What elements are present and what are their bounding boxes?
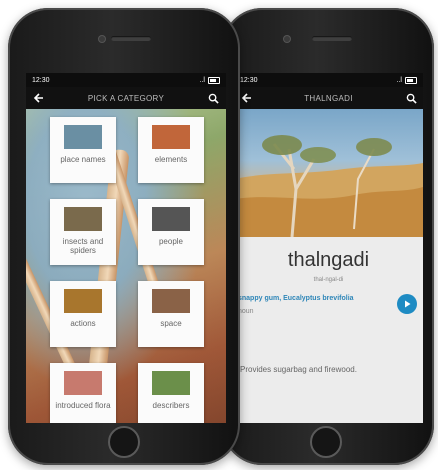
category-thumbnail bbox=[152, 207, 190, 231]
category-label: describers bbox=[152, 401, 190, 410]
nav-bar: PICK A CATEGORY bbox=[26, 87, 226, 109]
front-camera bbox=[99, 36, 105, 42]
earpiece-speaker bbox=[111, 36, 151, 41]
category-tile[interactable]: space bbox=[138, 281, 204, 347]
category-thumbnail bbox=[152, 125, 190, 149]
category-label: people bbox=[158, 237, 184, 246]
category-thumbnail bbox=[64, 207, 102, 231]
category-tile[interactable]: actions bbox=[50, 281, 116, 347]
play-audio-button[interactable] bbox=[397, 294, 417, 314]
word-panel: thalngadi thal-ngal-di snappy gum, Eucal… bbox=[234, 237, 423, 423]
home-button[interactable] bbox=[310, 426, 342, 458]
category-thumbnail bbox=[64, 371, 102, 395]
nav-bar: THALNGADI bbox=[234, 87, 423, 109]
category-tile[interactable]: people bbox=[138, 199, 204, 265]
front-camera bbox=[284, 36, 290, 42]
word-definition: snappy gum, Eucalyptus brevifolia bbox=[238, 295, 354, 302]
category-grid: place names elements insects and spiders… bbox=[26, 109, 226, 423]
category-label: space bbox=[160, 319, 182, 328]
landscape-photo bbox=[234, 109, 423, 238]
category-thumbnail bbox=[152, 371, 190, 395]
home-button[interactable] bbox=[108, 426, 140, 458]
category-tile[interactable]: introduced flora bbox=[50, 363, 116, 423]
status-time: 12:30 bbox=[240, 76, 258, 84]
battery-icon bbox=[208, 76, 220, 84]
battery-icon bbox=[405, 76, 417, 84]
app-showcase: 12:30 ..l PICK A CATEGORY place names el… bbox=[0, 0, 438, 470]
category-thumbnail bbox=[64, 289, 102, 313]
category-label: actions bbox=[70, 319, 96, 328]
play-icon bbox=[405, 300, 411, 308]
signal-icon: ..l bbox=[396, 76, 402, 84]
signal-icon: ..l bbox=[199, 76, 205, 84]
back-arrow-icon[interactable] bbox=[31, 91, 45, 105]
category-tile[interactable]: describers bbox=[138, 363, 204, 423]
word-note: Provides sugarbag and firewood. bbox=[240, 365, 357, 374]
earpiece-speaker bbox=[312, 36, 352, 41]
right-screen: 12:30 ..l THALNGADI thalngadi thal-ngal-… bbox=[234, 73, 423, 423]
search-icon[interactable] bbox=[207, 91, 221, 105]
category-thumbnail bbox=[152, 289, 190, 313]
word-title: thalngadi bbox=[287, 249, 370, 271]
back-arrow-icon[interactable] bbox=[239, 91, 253, 105]
right-phone: 12:30 ..l THALNGADI thalngadi thal-ngal-… bbox=[222, 8, 434, 465]
status-bar: 12:30 ..l bbox=[26, 73, 226, 87]
category-thumbnail bbox=[64, 125, 102, 149]
category-label: elements bbox=[154, 155, 188, 164]
category-label: insects and spiders bbox=[62, 237, 104, 255]
category-tile[interactable]: insects and spiders bbox=[50, 199, 116, 265]
category-tile[interactable]: elements bbox=[138, 117, 204, 183]
page-title: PICK A CATEGORY bbox=[87, 93, 165, 103]
status-bar: 12:30 ..l bbox=[234, 73, 423, 87]
left-phone: 12:30 ..l PICK A CATEGORY place names el… bbox=[8, 8, 240, 465]
category-label: place names bbox=[60, 155, 106, 164]
search-icon[interactable] bbox=[404, 91, 418, 105]
word-phonetic: thal-ngal-di bbox=[313, 277, 344, 283]
page-title: THALNGADI bbox=[304, 93, 353, 103]
category-tile[interactable]: place names bbox=[50, 117, 116, 183]
category-label: introduced flora bbox=[55, 401, 111, 410]
left-screen: 12:30 ..l PICK A CATEGORY place names el… bbox=[26, 73, 226, 423]
status-time: 12:30 bbox=[32, 76, 50, 84]
part-of-speech: noun bbox=[238, 308, 254, 315]
